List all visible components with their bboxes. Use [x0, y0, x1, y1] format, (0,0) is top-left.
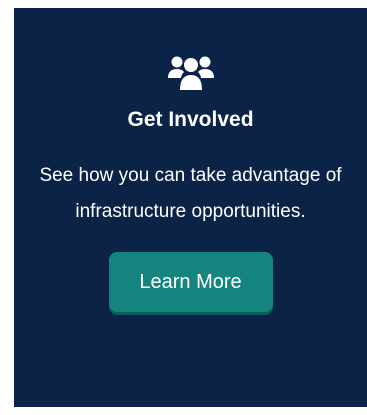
card-description: See how you can take advantage of infras… [39, 165, 342, 222]
users-group-icon [167, 50, 215, 94]
card-title: Get Involved [127, 108, 254, 131]
get-involved-card: Get Involved See how you can take advant… [14, 8, 367, 407]
learn-more-button[interactable]: Learn More [108, 252, 273, 312]
